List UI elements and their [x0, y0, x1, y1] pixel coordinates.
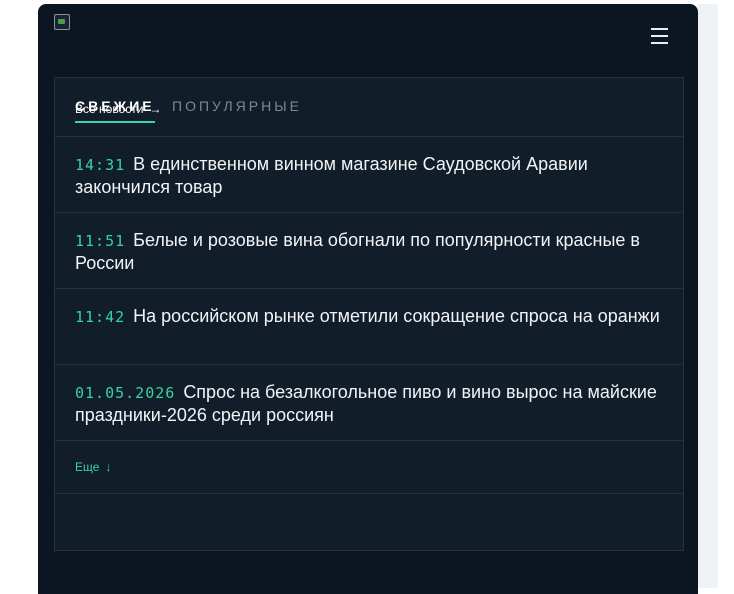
more-label: Еще: [75, 460, 100, 474]
menu-line-icon: [651, 28, 668, 30]
news-item[interactable]: 14:31 В единственном винном магазине Сауд…: [55, 137, 683, 213]
news-list-box: СВЕЖИЕ ПОПУЛЯРНЫЕ 14:31 В единственном ви…: [54, 77, 684, 551]
news-time: 11:42: [75, 308, 126, 326]
more-button[interactable]: Еще ↓: [75, 460, 111, 474]
arrow-down-icon: ↓: [105, 460, 112, 474]
news-title[interactable]: В единственном винном магазине Саудовско…: [75, 154, 588, 197]
news-item[interactable]: 11:42 На российском рынке отметили сокращ…: [55, 289, 683, 365]
tab-popular[interactable]: ПОПУЛЯРНЫЕ: [172, 98, 302, 121]
broken-image-logo-icon[interactable]: [54, 14, 70, 30]
news-text: 14:31 В единственном винном магазине Сауд…: [75, 153, 665, 198]
news-text: 01.05.2026 Спрос на безалкогольное пиво и…: [75, 381, 665, 426]
all-news-link[interactable]: Все новости →: [75, 102, 161, 116]
arrow-right-icon: →: [149, 102, 162, 116]
news-item[interactable]: 01.05.2026 Спрос на безалкогольное пиво и…: [55, 365, 683, 441]
news-title[interactable]: Белые и розовые вина обогнали по популяр…: [75, 230, 640, 273]
menu-line-icon: [651, 35, 668, 37]
all-news-label: Все новости: [75, 102, 144, 116]
news-time: 01.05.2026: [75, 384, 176, 402]
news-time: 14:31: [75, 156, 126, 174]
news-text: 11:42 На российском рынке отметили сокращ…: [75, 305, 665, 328]
hamburger-menu-button[interactable]: [649, 26, 671, 48]
page-scroll-strip: [698, 4, 718, 588]
news-text: 11:51 Белые и розовые вина обогнали по по…: [75, 229, 665, 274]
menu-line-icon: [651, 42, 668, 44]
news-item[interactable]: 11:51 Белые и розовые вина обогнали по по…: [55, 213, 683, 289]
more-row: Еще ↓: [55, 441, 683, 494]
news-title[interactable]: На российском рынке отметили сокращение …: [133, 306, 660, 326]
news-panel: СВЕЖИЕ ПОПУЛЯРНЫЕ 14:31 В единственном ви…: [38, 4, 698, 594]
news-time: 11:51: [75, 232, 126, 250]
